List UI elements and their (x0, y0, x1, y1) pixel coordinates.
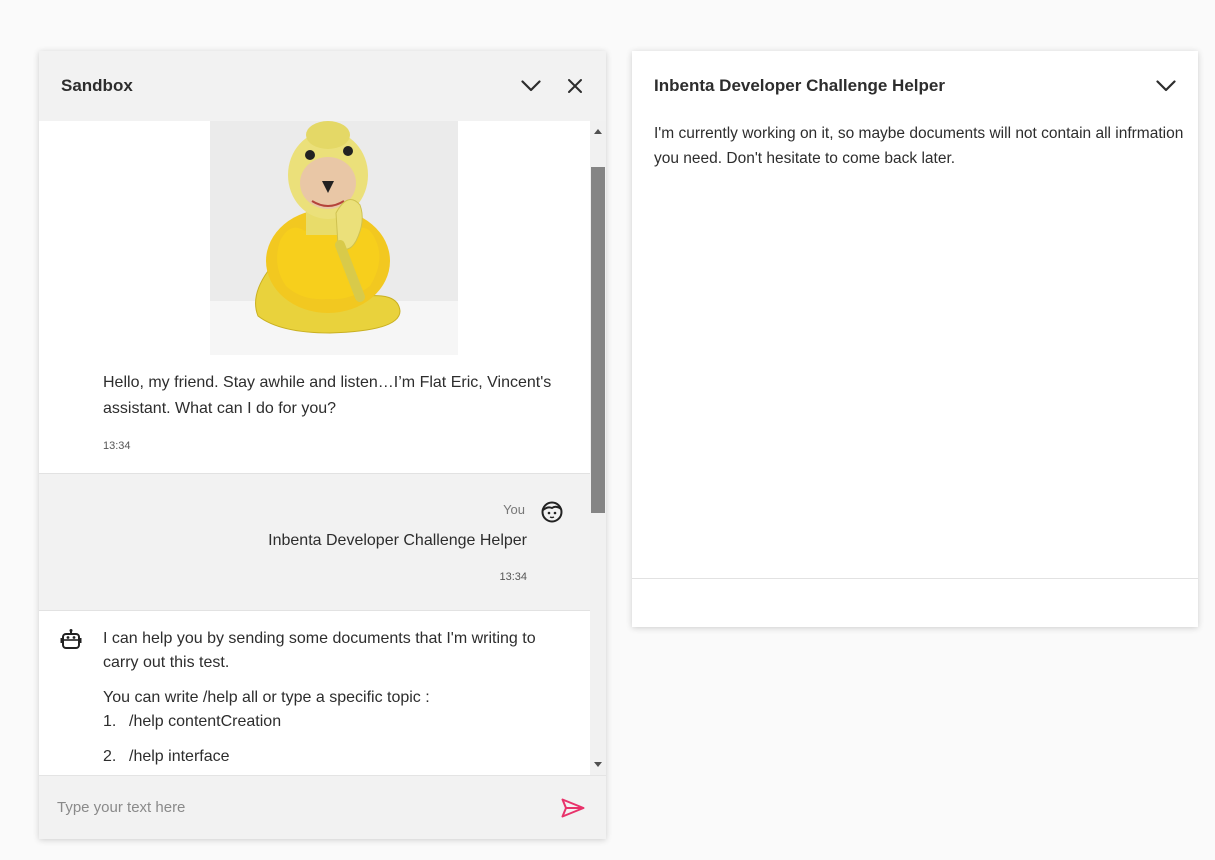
helper-panel: Inbenta Developer Challenge Helper I'm c… (632, 51, 1198, 627)
panel-header: Inbenta Developer Challenge Helper (632, 51, 1198, 121)
close-icon (568, 79, 582, 93)
send-button[interactable] (558, 793, 588, 823)
chat-header: Sandbox (39, 51, 606, 121)
panel-description: I'm currently working on it, so maybe do… (654, 125, 1184, 167)
bot-avatar-icon (60, 629, 82, 649)
user-message-time: 13:34 (499, 571, 527, 583)
scrollbar-thumb[interactable] (591, 167, 605, 513)
list-item-text: /help contentCreation (129, 713, 282, 730)
bot-message-intro: Hello, my friend. Stay awhile and listen… (39, 121, 590, 473)
close-button[interactable] (557, 68, 593, 104)
conversation-scrollbar[interactable] (590, 121, 606, 775)
bot-message-paragraph-2: You can write /help all or type a specif… (103, 689, 430, 706)
list-item-number: 2. (103, 748, 117, 765)
conversation-area[interactable]: Hello, my friend. Stay awhile and listen… (39, 121, 590, 775)
user-message: You Inbenta Developer Challenge Helper 1… (39, 473, 590, 611)
intro-message-time: 13:34 (103, 440, 131, 452)
bot-message: I can help you by sending some documents… (39, 611, 590, 775)
chevron-down-icon (1156, 80, 1176, 92)
message-input[interactable] (57, 799, 558, 816)
help-topic-list: 1. /help contentCreation 2. /help interfac… (103, 710, 281, 775)
chevron-down-icon (521, 80, 541, 92)
intro-message-text: Hello, my friend. Stay awhile and listen… (103, 374, 552, 417)
panel-footer (632, 578, 1198, 627)
sender-label: You (503, 502, 525, 517)
chat-title: Sandbox (61, 76, 133, 95)
list-item-text: /help interface (129, 748, 230, 765)
scroll-down-arrow-icon[interactable] (590, 757, 606, 773)
chat-input-bar (39, 775, 606, 839)
panel-title: Inbenta Developer Challenge Helper (654, 76, 945, 95)
send-icon (561, 798, 585, 817)
chat-window: Sandbox Hello, my friend. Stay awhile an… (39, 51, 606, 839)
bot-message-paragraph-1: I can help you by sending some documents… (103, 630, 536, 671)
user-avatar-icon (541, 501, 563, 523)
list-item: 1. /help contentCreation (103, 710, 281, 745)
flat-eric-image (210, 121, 458, 355)
minimize-button[interactable] (513, 68, 549, 104)
panel-collapse-button[interactable] (1148, 68, 1184, 104)
list-item-number: 1. (103, 713, 117, 730)
user-message-text: Inbenta Developer Challenge Helper (268, 532, 527, 549)
scroll-up-arrow-icon[interactable] (590, 123, 606, 139)
list-item: 2. /help interface (103, 745, 281, 775)
